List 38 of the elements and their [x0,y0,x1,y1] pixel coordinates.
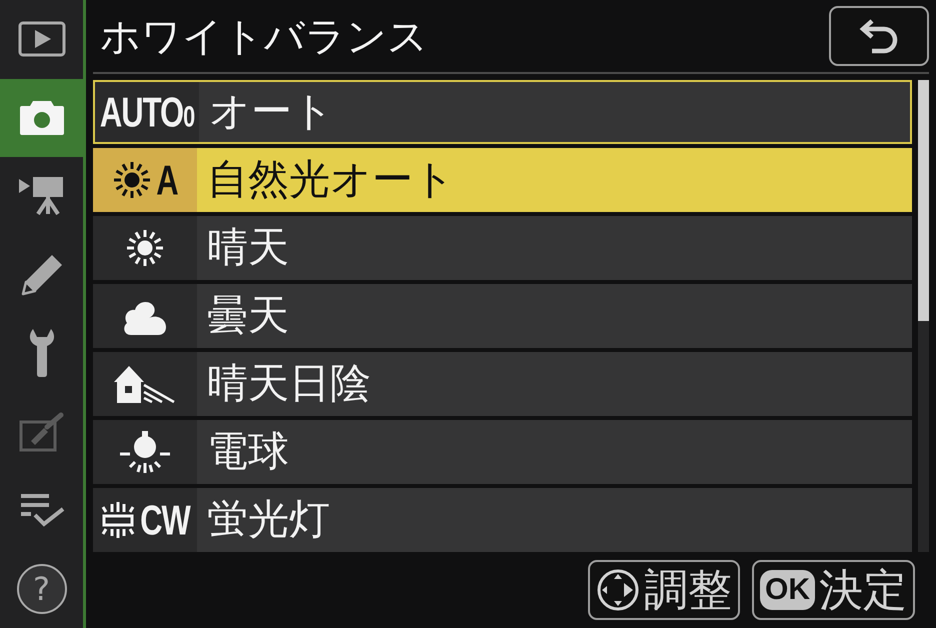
item-label: 曇天 [206,291,289,341]
multi-selector-icon [596,568,640,612]
house-shade-icon [114,364,176,404]
wrench-icon [28,328,56,378]
ok-key-icon: OK [760,570,815,610]
mode-symbol: A [156,159,178,201]
item-label: オート [208,87,334,137]
mode-symbol: CW [140,499,190,541]
sun-icon [125,228,165,268]
scrollbar-thumb[interactable] [918,80,929,321]
menu-item[interactable]: 晴天日陰 [93,352,912,416]
menu-item[interactable]: 晴天 [93,216,912,280]
item-label: 晴天日陰 [206,359,371,409]
item-label: 蛍光灯 [206,495,330,545]
menu-item[interactable]: 電球 [93,420,912,484]
pencil-icon [20,252,64,297]
item-label: 晴天 [206,223,289,273]
fluorescent-tube-icon [100,500,136,540]
help-icon: ? [16,564,66,614]
item-label: 電球 [206,427,289,477]
brush-frame-icon [18,412,64,452]
light-bulb-icon [118,430,172,474]
movie-camera-icon [18,177,64,216]
camera-icon [20,100,64,135]
adjust-button[interactable]: 調整 [588,560,740,620]
u-turn-arrow-icon [858,18,900,54]
help-tab[interactable]: ? [0,550,83,628]
checklist-icon [18,493,64,528]
sun-icon [112,160,152,200]
item-label: 自然光オート [206,155,455,205]
play-icon [18,21,66,58]
menu-item[interactable]: 曇天 [93,284,912,348]
photo-shooting-tab[interactable] [0,78,83,157]
menu-item[interactable]: A 自然光オート [93,148,912,212]
screen-title: ホワイトバランス [99,12,428,62]
confirm-button[interactable]: OK 決定 [752,560,915,620]
menu-item[interactable]: CW 蛍光灯 [93,488,912,552]
back-button[interactable] [829,6,929,66]
